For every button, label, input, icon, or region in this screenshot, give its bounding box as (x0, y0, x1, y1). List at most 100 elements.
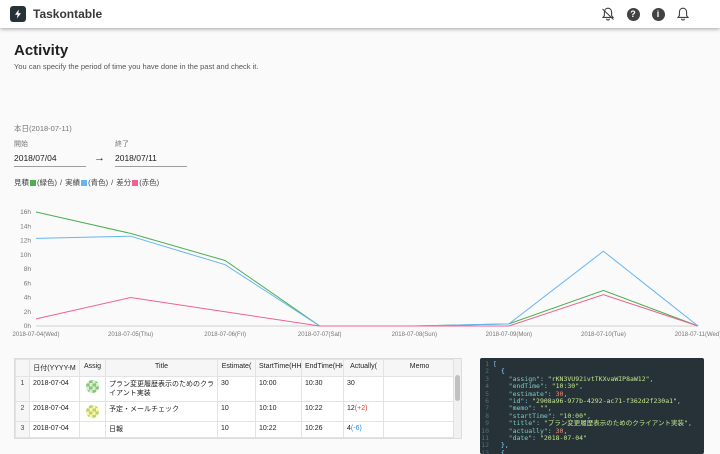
assignee-avatar (86, 405, 99, 418)
y-tick-label: 14h (20, 223, 31, 230)
estimate-cell[interactable]: 10 (218, 402, 256, 422)
title-cell[interactable]: 日報 (106, 422, 218, 438)
chart-line-actual (36, 236, 698, 326)
column-header-end-time[interactable]: EndTime(HH: (302, 360, 344, 377)
x-tick-label: 2018-07-10(Tue) (581, 332, 626, 338)
row-number-cell[interactable]: 2 (16, 402, 30, 422)
x-tick-label: 2018-07-04(Wed) (13, 332, 60, 338)
column-header-row-corner[interactable] (16, 360, 30, 377)
chart-legend: 見積 (緑色) / 実績 (青色) / 差分 (赤色) (14, 177, 720, 188)
app-title: Taskontable (33, 7, 102, 21)
page-title: Activity (14, 42, 720, 59)
notifications-icon[interactable] (676, 7, 690, 21)
legend-diff-colorname: (赤色) (139, 177, 159, 188)
estimate-cell[interactable]: 10 (218, 422, 256, 438)
table-scrollbar-thumb[interactable] (455, 375, 460, 401)
period-picker: 本日(2018-07-11) 開始 → 終了 見積 (緑色) / 実績 (青色)… (14, 123, 720, 188)
memo-cell[interactable] (384, 377, 456, 402)
appbar-icons: ? i (601, 7, 690, 21)
x-tick-label: 2018-07-07(Sat) (298, 332, 342, 338)
y-tick-label: 10h (20, 252, 31, 259)
bell-slash-glyph (601, 7, 615, 21)
page-subtitle: You can specify the period of time you h… (14, 62, 720, 71)
legend-diff-label: 差分 (116, 177, 131, 188)
column-header-estimate[interactable]: Estimate( (218, 360, 256, 377)
title-cell[interactable]: プラン変更履歴表示のためのクライアント実装 (106, 377, 218, 402)
column-header-date[interactable]: 日付(YYYY-M (30, 360, 80, 377)
y-tick-label: 12h (20, 238, 31, 245)
x-tick-label: 2018-07-05(Thu) (108, 332, 153, 338)
row-number-cell[interactable]: 3 (16, 422, 30, 438)
start-time-cell[interactable]: 10:00 (256, 377, 302, 402)
assign-cell[interactable] (80, 422, 106, 438)
legend-separator: / (111, 178, 113, 187)
date-cell[interactable]: 2018-07-04 (30, 377, 80, 402)
table-header-row: 日付(YYYY-MAssigTitleEstimate(StartTime(HH… (16, 360, 456, 377)
date-cell[interactable]: 2018-07-04 (30, 422, 80, 438)
actually-cell[interactable]: 4(-6) (344, 422, 384, 438)
y-tick-label: 4h (24, 295, 32, 302)
row-number-cell[interactable]: 1 (16, 377, 30, 402)
chart-line-diff (36, 295, 698, 326)
column-header-title[interactable]: Title (106, 360, 218, 377)
y-tick-label: 2h (24, 309, 32, 316)
start-date-input[interactable] (14, 151, 86, 167)
column-header-start-time[interactable]: StartTime(HH: (256, 360, 302, 377)
line-number: 13 (480, 450, 493, 454)
end-date-input[interactable] (115, 151, 187, 167)
help-icon[interactable]: ? (626, 7, 640, 21)
json-line: 1[ (480, 361, 704, 368)
help-glyph: ? (627, 8, 640, 21)
start-time-cell[interactable]: 10:10 (256, 402, 302, 422)
x-tick-label: 2018-07-08(Sun) (392, 332, 437, 338)
table-scrollbar[interactable] (453, 359, 461, 438)
end-date-label: 終了 (115, 139, 193, 149)
app-logo-icon[interactable] (10, 6, 26, 22)
chart-line-estimate (36, 212, 698, 326)
estimate-cell[interactable]: 30 (218, 377, 256, 402)
json-line: 11 "date": "2018-07-04" (480, 435, 704, 442)
legend-separator: / (60, 178, 62, 187)
app-bar: Taskontable ? i (0, 0, 720, 28)
today-label: 本日(2018-07-11) (14, 123, 720, 134)
y-tick-label: 6h (24, 280, 32, 287)
start-time-cell[interactable]: 10:22 (256, 422, 302, 438)
tasks-table: 日付(YYYY-MAssigTitleEstimate(StartTime(HH… (15, 359, 456, 438)
memo-cell[interactable] (384, 422, 456, 438)
end-time-cell[interactable]: 10:22 (302, 402, 344, 422)
start-date-field: 開始 (14, 139, 92, 167)
notifications-off-icon[interactable] (601, 7, 615, 21)
legend-estimate-colorname: (緑色) (37, 177, 57, 188)
table-row: 12018-07-04プラン変更履歴表示のためのクライアント実装3010:001… (16, 377, 456, 402)
memo-cell[interactable] (384, 402, 456, 422)
legend-estimate-swatch (30, 180, 36, 186)
activity-line-chart: 0h2h4h6h8h10h12h14h16h2018-07-04(Wed)201… (10, 198, 720, 348)
legend-estimate-label: 見積 (14, 177, 29, 188)
tasks-table-wrap: 日付(YYYY-MAssigTitleEstimate(StartTime(HH… (14, 358, 462, 439)
assignee-avatar (86, 380, 99, 393)
end-time-cell[interactable]: 10:26 (302, 422, 344, 438)
assign-cell[interactable] (80, 402, 106, 422)
title-cell[interactable]: 予定・メールチェック (106, 402, 218, 422)
actually-cell[interactable]: 30 (344, 377, 384, 402)
assign-cell[interactable] (80, 377, 106, 402)
x-tick-label: 2018-07-06(Fri) (204, 332, 246, 338)
column-header-memo[interactable]: Memo (384, 360, 456, 377)
column-header-assign[interactable]: Assig (80, 360, 106, 377)
period-fields: 開始 → 終了 (14, 139, 720, 167)
json-code-viewer[interactable]: 1[2 {3 "assign": "rKN3VU92ivtTKXvaWIP8aW… (480, 358, 704, 454)
x-tick-label: 2018-07-11(Wed) (675, 332, 720, 338)
actually-cell[interactable]: 12(+2) (344, 402, 384, 422)
bell-glyph (676, 7, 690, 21)
end-time-cell[interactable]: 10:30 (302, 377, 344, 402)
info-icon[interactable]: i (651, 7, 665, 21)
date-cell[interactable]: 2018-07-04 (30, 402, 80, 422)
actually-delta: (+2) (355, 405, 368, 412)
column-header-actually[interactable]: Actually( (344, 360, 384, 377)
json-line: 13 { (480, 450, 704, 454)
x-tick-label: 2018-07-09(Mon) (486, 332, 532, 338)
table-row: 22018-07-04 予定・メールチェック1010:1010:2212(+2) (16, 402, 456, 422)
json-lines: 1[2 {3 "assign": "rKN3VU92ivtTKXvaWIP8aW… (480, 361, 704, 454)
legend-diff-swatch (132, 180, 138, 186)
end-date-field: 終了 (115, 139, 193, 167)
